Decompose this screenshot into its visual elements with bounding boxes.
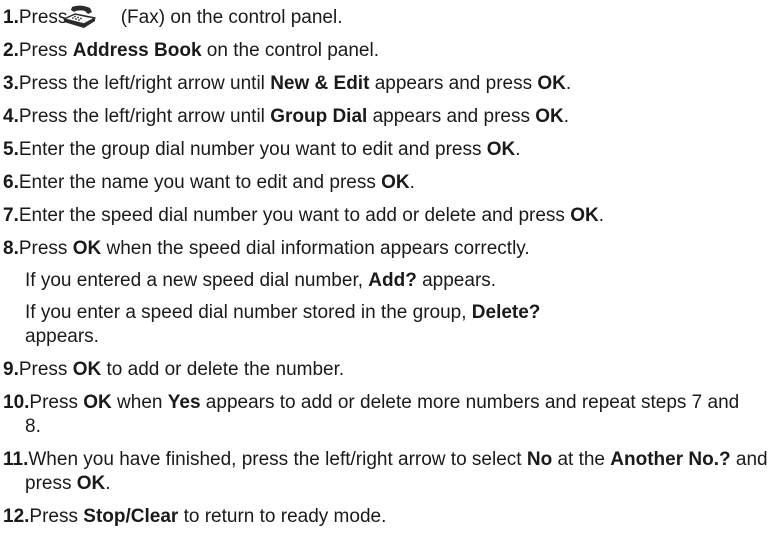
step-number: 1. xyxy=(3,7,19,28)
step-7: 7.Enter the speed dial number you want t… xyxy=(3,205,604,226)
step-11: 11.When you have finished, press the lef… xyxy=(3,449,768,494)
note-add: If you entered a new speed dial number, … xyxy=(25,270,497,291)
step-10: 10.Press OK when Yes appears to add or d… xyxy=(3,392,740,437)
step-6: 6.Enter the name you want to edit and pr… xyxy=(3,172,415,193)
step-8: 8.Press OK when the speed dial informati… xyxy=(3,238,530,259)
step-3: 3.Press the left/right arrow until New &… xyxy=(3,73,572,94)
note-delete: If you enter a speed dial number stored … xyxy=(25,302,541,347)
fax-icon xyxy=(62,4,119,30)
step-12: 12.Press Stop/Clear to return to ready m… xyxy=(3,506,387,527)
step-4: 4.Press the left/right arrow until Group… xyxy=(3,106,570,127)
step-1: 1.Press (Fax) on the control panel. xyxy=(3,4,773,30)
step-5: 5.Enter the group dial number you want t… xyxy=(3,139,521,160)
step-9: 9.Press OK to add or delete the number. xyxy=(3,359,345,380)
step-2: 2.Press Address Book on the control pane… xyxy=(3,40,379,61)
instruction-list: 1.Press (Fax) on the control panel. 2.Pr… xyxy=(0,0,773,529)
